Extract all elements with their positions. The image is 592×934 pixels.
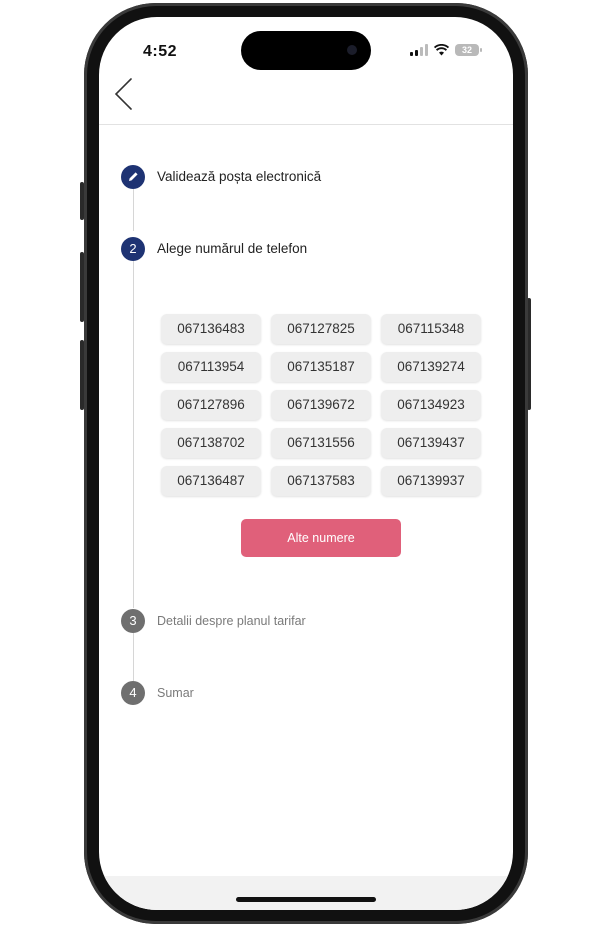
- step-3-label: Detalii despre planul tarifar: [157, 614, 306, 628]
- phone-number-option[interactable]: 067139437: [381, 428, 481, 458]
- status-time: 4:52: [143, 43, 178, 60]
- step-4-label: Sumar: [157, 686, 194, 700]
- pencil-icon: [129, 172, 138, 181]
- step-1-label: Validează poșta electronică: [157, 169, 322, 184]
- phone-number-option[interactable]: 067127825: [271, 314, 371, 344]
- phone-number-option[interactable]: 067138702: [161, 428, 261, 458]
- phone-frame: 4:52 32 Validează poșta electronică 2 Al…: [84, 3, 528, 924]
- home-indicator[interactable]: [236, 897, 376, 902]
- step-2-circle: 2: [121, 237, 145, 261]
- phone-number-option[interactable]: 067135187: [271, 352, 371, 382]
- dynamic-island: [241, 31, 371, 70]
- phone-number-option[interactable]: 067127896: [161, 390, 261, 420]
- phone-screen: 4:52 32 Validează poșta electronică 2 Al…: [99, 17, 513, 910]
- phone-number-grid: 067136483 067127825 067115348 067113954 …: [161, 314, 483, 496]
- back-button[interactable]: [111, 75, 141, 115]
- step-2-label: Alege numărul de telefon: [157, 241, 308, 256]
- camera-icon: [347, 45, 357, 55]
- phone-number-option[interactable]: 067136483: [161, 314, 261, 344]
- phone-number-option[interactable]: 067134923: [381, 390, 481, 420]
- phone-number-option[interactable]: 067131556: [271, 428, 371, 458]
- status-icons: 32: [410, 44, 482, 56]
- step-connector: [133, 633, 134, 681]
- phone-number-option[interactable]: 067136487: [161, 466, 261, 496]
- chevron-left-icon: [114, 78, 132, 110]
- phone-number-option[interactable]: 067139672: [271, 390, 371, 420]
- step-connector: [133, 189, 134, 231]
- battery-icon: 32: [455, 44, 482, 56]
- phone-number-option[interactable]: 067139937: [381, 466, 481, 496]
- phone-number-option[interactable]: 067137583: [271, 466, 371, 496]
- more-numbers-button[interactable]: Alte numere: [241, 519, 401, 557]
- phone-number-option[interactable]: 067113954: [161, 352, 261, 382]
- wifi-icon: [434, 44, 449, 56]
- cellular-signal-icon: [410, 44, 428, 56]
- step-connector: [133, 260, 134, 608]
- bottom-bar: [99, 876, 513, 910]
- phone-number-option[interactable]: 067115348: [381, 314, 481, 344]
- step-1-circle: [121, 165, 145, 189]
- status-bar: 4:52 32: [99, 17, 513, 77]
- header-divider: [99, 124, 513, 125]
- step-3-circle: 3: [121, 609, 145, 633]
- step-4-circle: 4: [121, 681, 145, 705]
- phone-number-option[interactable]: 067139274: [381, 352, 481, 382]
